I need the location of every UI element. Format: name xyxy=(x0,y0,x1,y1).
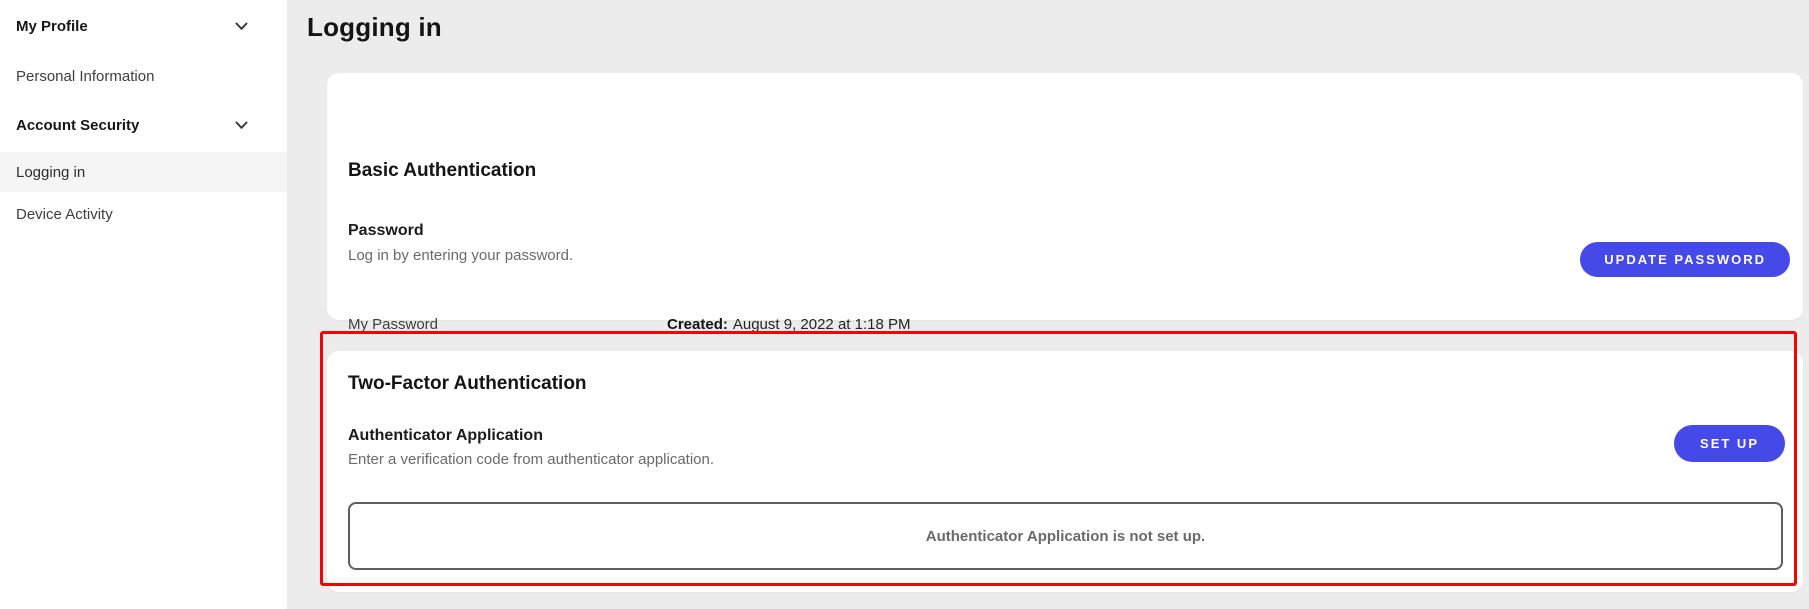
sidebar: My Profile Personal Information Account … xyxy=(0,0,287,609)
sidebar-item-label: My Profile xyxy=(16,18,88,35)
update-password-button[interactable]: UPDATE PASSWORD xyxy=(1580,242,1790,277)
two-factor-authentication-card: Two-Factor Authentication Authenticator … xyxy=(327,351,1803,592)
sidebar-item-label: Account Security xyxy=(16,117,139,134)
sidebar-item-device-activity[interactable]: Device Activity xyxy=(0,194,287,234)
authenticator-application-description: Enter a verification code from authentic… xyxy=(348,451,714,468)
sidebar-item-label: Device Activity xyxy=(16,206,113,223)
password-section-title: Password xyxy=(348,222,424,240)
password-section-description: Log in by entering your password. xyxy=(348,247,573,264)
credential-created: Created: August 9, 2022 at 1:18 PM xyxy=(667,316,910,333)
sidebar-item-account-security[interactable]: Account Security xyxy=(0,105,287,145)
basic-authentication-title: Basic Authentication xyxy=(348,160,536,182)
sidebar-item-my-profile[interactable]: My Profile xyxy=(0,6,287,46)
authenticator-application-title: Authenticator Application xyxy=(348,427,543,445)
authenticator-empty-state-text: Authenticator Application is not set up. xyxy=(926,528,1205,545)
set-up-button[interactable]: SET UP xyxy=(1674,425,1785,462)
main-content: Logging in Basic Authentication Password… xyxy=(287,0,1809,609)
sidebar-item-personal-information[interactable]: Personal Information xyxy=(0,56,287,96)
chevron-down-icon xyxy=(235,121,248,130)
created-value: August 9, 2022 at 1:18 PM xyxy=(733,316,911,333)
sidebar-item-label: Personal Information xyxy=(16,68,154,85)
created-label: Created: xyxy=(667,316,728,333)
chevron-down-icon xyxy=(235,22,248,31)
page-title: Logging in xyxy=(307,12,442,43)
sidebar-item-logging-in[interactable]: Logging in xyxy=(0,152,287,192)
authenticator-empty-state-box: Authenticator Application is not set up. xyxy=(348,502,1783,570)
credential-name: My Password xyxy=(348,316,438,333)
two-factor-title: Two-Factor Authentication xyxy=(348,373,587,395)
basic-authentication-card: Basic Authentication Password Log in by … xyxy=(327,73,1803,320)
sidebar-item-label: Logging in xyxy=(16,164,85,181)
